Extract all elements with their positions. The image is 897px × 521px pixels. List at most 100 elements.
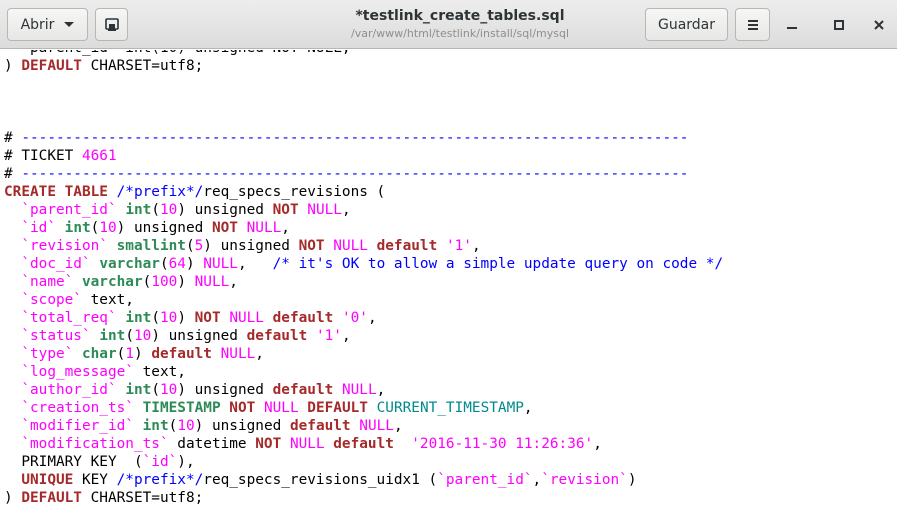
save-button[interactable]: Guardar: [645, 8, 728, 41]
code-token: (: [151, 382, 160, 398]
code-token: (: [185, 238, 195, 254]
code-token: default: [333, 436, 394, 452]
code-token: `parent_id`: [437, 472, 533, 488]
code-line: `scope` text,: [4, 291, 134, 309]
code-token: NOT: [298, 238, 325, 254]
code-token: `scope`: [21, 292, 82, 308]
code-token: NULL: [341, 382, 377, 398]
code-token: (: [159, 256, 169, 272]
code-token: KEY: [73, 472, 117, 488]
code-token: (: [151, 202, 160, 218]
code-token: ,: [523, 400, 533, 416]
minimize-button[interactable]: [781, 14, 803, 36]
code-line: `total_req` int(10) NOT NULL default '0'…: [4, 309, 376, 327]
document-title: *testlink_create_tables.sql: [355, 8, 565, 24]
code-token: 10: [177, 418, 195, 434]
code-line: `name` varchar(100) NULL,: [4, 273, 238, 291]
code-token: (: [151, 310, 160, 326]
code-token: `doc_id`: [21, 256, 91, 272]
save-button-label: Guardar: [657, 16, 716, 33]
code-line: `parent_id` int(10) unsigned NOT NULL,: [4, 50, 350, 57]
code-token: default: [289, 418, 351, 434]
code-token: `parent_id`: [21, 202, 117, 218]
header-bar: Abrir *testlink_create_tables.sql /var/w…: [0, 0, 897, 49]
code-token: req_specs_revisions (: [203, 184, 386, 200]
code-line: CREATE TABLE /*prefix*/req_specs_revisio…: [4, 183, 385, 201]
code-token: 10: [159, 382, 178, 398]
code-line: `status` int(10) unsigned default '1',: [4, 327, 351, 345]
code-token: ) unsigned: [177, 382, 273, 398]
code-token: req_specs_revisions_uidx1 (: [203, 472, 438, 488]
code-token: NOT: [194, 310, 221, 326]
code-token: CHARSET=utf8;: [81, 58, 204, 74]
code-token: NULL: [289, 436, 325, 452]
code-token: `status`: [21, 328, 91, 344]
code-token: ) unsigned: [177, 202, 273, 218]
close-button[interactable]: [868, 14, 890, 36]
open-button[interactable]: Abrir: [7, 8, 88, 41]
chevron-down-icon: [64, 22, 75, 27]
code-editor[interactable]: `parent_id` int(10) unsigned NOT NULL,) …: [0, 50, 897, 521]
code-token: ----------------------------------------…: [21, 166, 689, 182]
code-token: ,: [341, 328, 351, 344]
code-token: ),: [177, 454, 195, 470]
code-token: ,: [281, 220, 290, 236]
code-token: '2016-11-30 11:26:36': [411, 436, 594, 452]
code-token: int: [125, 202, 152, 218]
code-token: ) unsigned: [116, 220, 212, 236]
menu-button[interactable]: [735, 8, 770, 41]
code-token: 10: [159, 310, 178, 326]
code-token: `type`: [21, 346, 74, 362]
code-token: ) unsigned: [203, 238, 299, 254]
code-token: `name`: [21, 274, 74, 290]
code-token: ): [627, 472, 637, 488]
code-token: NULL: [194, 274, 230, 290]
code-token: ): [177, 310, 195, 326]
code-line: `modification_ts` datetime NOT NULL defa…: [4, 435, 602, 453]
code-token: #: [4, 166, 22, 182]
code-token: ): [133, 346, 152, 362]
code-token: int: [125, 382, 152, 398]
code-token: int: [64, 220, 91, 236]
minimize-icon: [787, 27, 797, 29]
code-token: (: [116, 346, 126, 362]
code-token: NULL: [229, 310, 264, 326]
code-token: NULL: [333, 238, 368, 254]
code-token: smallint: [116, 238, 186, 254]
code-token: 10: [99, 220, 117, 236]
code-token: 1: [125, 346, 134, 362]
code-line: `revision` smallint(5) unsigned NOT NULL…: [4, 237, 480, 255]
code-token: NULL: [263, 400, 299, 416]
maximize-button[interactable]: [828, 14, 850, 36]
new-document-button[interactable]: [95, 8, 128, 41]
code-token: `author_id`: [21, 382, 117, 398]
code-token: ): [4, 58, 22, 74]
code-token: `creation_ts`: [21, 400, 134, 416]
code-token: ): [4, 490, 22, 506]
code-token: `id`: [21, 220, 56, 236]
code-line: UNIQUE KEY /*prefix*/req_specs_revisions…: [4, 471, 637, 489]
code-token: NOT: [229, 400, 256, 416]
